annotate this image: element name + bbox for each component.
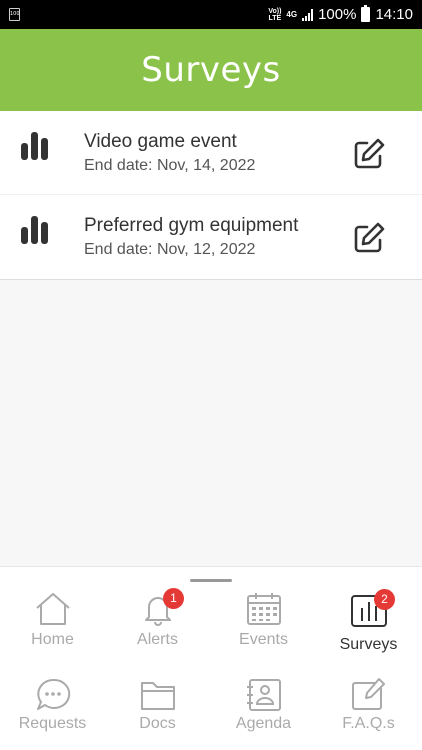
survey-end-date: End date: Nov, 12, 2022	[84, 241, 256, 258]
alerts-badge: 1	[163, 588, 184, 609]
nav-label-alerts: Alerts	[137, 631, 178, 648]
page-title: Surveys	[141, 50, 281, 90]
battery-percent: 100%	[318, 6, 357, 23]
contacts-icon	[246, 679, 281, 711]
nav-requests[interactable]: Requests	[0, 675, 105, 750]
volte-indicator: Vo)) LTE	[268, 7, 282, 22]
bottom-nav: Home 1 Alerts Events 2 Surveys Requests …	[0, 566, 422, 750]
nav-label-requests: Requests	[18, 715, 87, 732]
nav-label-events: Events	[239, 631, 288, 648]
survey-item[interactable]: Preferred gym equipment End date: Nov, 1…	[0, 195, 422, 279]
survey-title: Video game event	[84, 131, 237, 152]
nav-label-faqs: F.A.Q.s	[342, 715, 395, 732]
nav-label-home: Home	[31, 631, 74, 648]
surveys-badge: 2	[374, 589, 395, 610]
network-type: 4G	[286, 9, 298, 19]
survey-list: Video game event End date: Nov, 14, 2022…	[0, 111, 422, 280]
bar-chart-icon	[21, 216, 48, 244]
calendar-icon	[246, 593, 281, 625]
signal-icon	[302, 8, 314, 21]
nav-home[interactable]: Home	[0, 591, 105, 675]
notification-icon: 100	[9, 8, 20, 21]
nav-events[interactable]: Events	[211, 591, 316, 675]
nav-label-surveys: Surveys	[339, 636, 398, 653]
clock: 14:10	[375, 6, 413, 23]
edit-icon[interactable]	[352, 137, 386, 171]
drag-handle[interactable]	[190, 579, 232, 582]
chat-icon	[36, 678, 70, 710]
nav-agenda[interactable]: Agenda	[211, 675, 316, 750]
nav-faqs[interactable]: F.A.Q.s	[316, 675, 421, 750]
survey-title: Preferred gym equipment	[84, 215, 299, 236]
survey-item[interactable]: Video game event End date: Nov, 14, 2022	[0, 111, 422, 195]
nav-docs[interactable]: Docs	[105, 675, 210, 750]
bar-chart-icon	[21, 132, 48, 160]
nav-label-docs: Docs	[139, 715, 176, 732]
status-icons: Vo)) LTE 4G 100% 14:10	[268, 0, 413, 29]
nav-surveys[interactable]: 2 Surveys	[316, 589, 421, 675]
edit-icon[interactable]	[352, 221, 386, 255]
status-bar: 100 Vo)) LTE 4G 100% 14:10	[0, 0, 422, 29]
nav-label-agenda: Agenda	[235, 715, 292, 732]
edit-note-icon	[351, 678, 385, 710]
nav-alerts[interactable]: 1 Alerts	[105, 588, 210, 675]
app-header: Surveys	[0, 29, 422, 111]
survey-end-date: End date: Nov, 14, 2022	[84, 157, 256, 174]
home-icon	[35, 593, 70, 625]
battery-icon	[361, 5, 371, 22]
folder-icon	[140, 682, 175, 710]
